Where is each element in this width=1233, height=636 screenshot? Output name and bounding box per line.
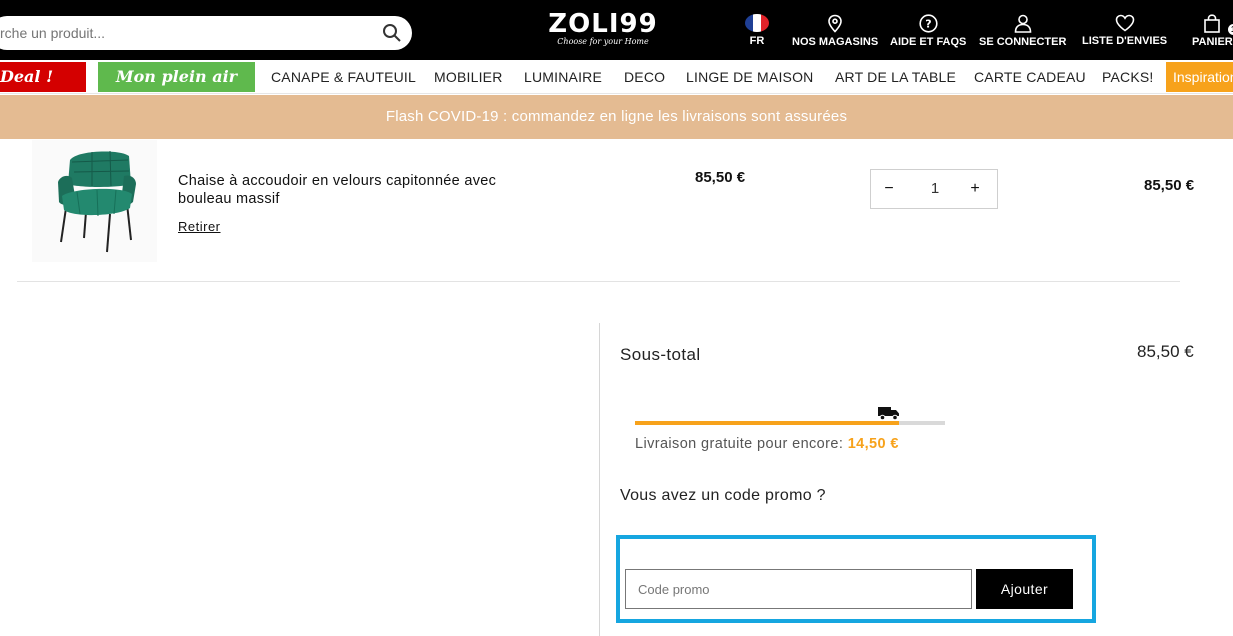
nav-linge-de-maison[interactable]: LINGE DE MAISON [686, 60, 813, 94]
quantity-increment-button[interactable]: + [957, 170, 993, 208]
location-pin-icon [828, 14, 842, 33]
row-divider [17, 281, 1180, 282]
login-label: SE CONNECTER [979, 36, 1067, 48]
nav-mobilier[interactable]: MOBILIER [434, 60, 503, 94]
nav-art-de-la-table[interactable]: ART DE LA TABLE [835, 60, 956, 94]
search-input[interactable] [0, 16, 360, 50]
cart-label: PANIER [1192, 36, 1233, 48]
stores-link[interactable]: NOS MAGASINS [792, 14, 878, 48]
heart-icon [1115, 14, 1134, 32]
logo-tagline: Choose for your Home [557, 37, 649, 46]
free-shipping-text: Livraison gratuite pour encore: 14,50 € [635, 436, 899, 452]
nav-plein-air[interactable]: Mon plein air [98, 62, 255, 92]
nav-packs[interactable]: PACKS! [1102, 60, 1154, 94]
main-nav: Deal ! Mon plein air CANAPE & FAUTEUIL M… [0, 60, 1233, 94]
free-shipping-label: Livraison gratuite pour encore: [635, 436, 844, 452]
help-icon: ? [919, 14, 938, 33]
product-image[interactable] [32, 140, 157, 262]
user-icon [1014, 14, 1032, 33]
free-shipping-progress-bar [635, 421, 945, 425]
quantity-decrement-button[interactable]: − [871, 170, 907, 208]
free-shipping-progress-fill [635, 421, 899, 425]
promo-question: Vous avez un code promo ? [620, 487, 826, 504]
line-total: 85,50 € [1144, 177, 1195, 194]
site-logo[interactable]: ZOLI99 Choose for your Home [548, 10, 658, 56]
add-promo-button[interactable]: Ajouter [976, 569, 1073, 609]
cart-count-badge: 1 [1227, 24, 1233, 35]
remove-item-link[interactable]: Retirer [178, 219, 221, 234]
product-name[interactable]: Chaise à accoudoir en velours capitonnée… [178, 172, 508, 208]
svg-text:?: ? [925, 18, 931, 31]
delivery-truck-icon [878, 407, 899, 421]
free-shipping-remaining: 14,50 € [847, 436, 899, 452]
nav-deco[interactable]: DECO [624, 60, 665, 94]
shopping-bag-icon [1204, 14, 1221, 33]
subtotal-label: Sous-total [620, 345, 701, 364]
search-box [0, 16, 412, 50]
logo-text: ZOLI99 [548, 9, 658, 39]
covid-banner: Flash COVID-19 : commandez en ligne les … [0, 95, 1233, 139]
subtotal-value: 85,50 € [1137, 342, 1194, 361]
nav-inspiration[interactable]: Inspiration [1166, 62, 1233, 92]
chair-image [58, 150, 136, 253]
nav-luminaire[interactable]: LUMINAIRE [524, 60, 602, 94]
promo-code-input[interactable] [625, 569, 972, 609]
help-label: AIDE ET FAQS [890, 36, 967, 48]
column-divider [599, 323, 600, 636]
nav-deal[interactable]: Deal ! [0, 62, 86, 92]
france-flag-icon [745, 14, 769, 32]
language-code: FR [749, 35, 765, 47]
wishlist-label: LISTE D'ENVIES [1082, 35, 1168, 47]
search-icon[interactable] [382, 23, 402, 43]
nav-canape-fauteuil[interactable]: CANAPE & FAUTEUIL [271, 60, 416, 94]
quantity-value[interactable]: 1 [917, 170, 953, 208]
quantity-stepper: − 1 + [870, 169, 998, 209]
site-header: ZOLI99 Choose for your Home FR NOS MAGAS… [0, 0, 1233, 60]
nav-carte-cadeau[interactable]: CARTE CADEAU [974, 60, 1086, 94]
stores-label: NOS MAGASINS [792, 36, 879, 48]
cart-link[interactable]: 1 PANIER [1192, 14, 1233, 48]
help-link[interactable]: ? AIDE ET FAQS [890, 14, 966, 48]
unit-price: 85,50 € [695, 169, 746, 186]
login-link[interactable]: SE CONNECTER [979, 14, 1066, 48]
language-selector[interactable]: FR [745, 14, 769, 47]
wishlist-link[interactable]: LISTE D'ENVIES [1082, 14, 1167, 47]
